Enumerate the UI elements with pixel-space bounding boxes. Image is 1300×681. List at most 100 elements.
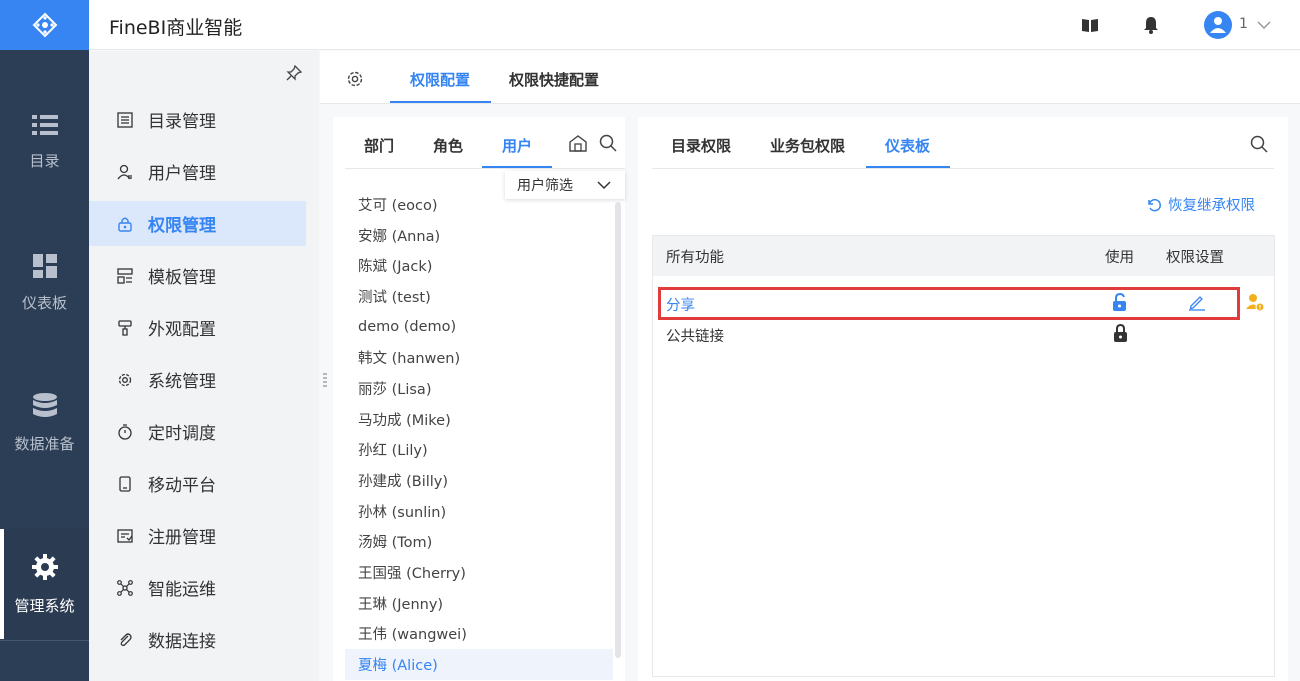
menu-item-label: 数据连接: [148, 632, 216, 652]
avatar[interactable]: [1204, 11, 1232, 39]
scrollbar[interactable]: [615, 202, 621, 658]
list-item[interactable]: 孙红 (Lily): [345, 435, 613, 466]
list-item[interactable]: 王国强 (Cherry): [345, 557, 613, 588]
list-item[interactable]: 丽莎 (Lisa): [345, 373, 613, 404]
tab-dashboard[interactable]: 仪表板: [885, 135, 930, 156]
database-icon: [32, 392, 57, 417]
menu-item-label: 移动平台: [148, 476, 216, 496]
book-icon[interactable]: [1081, 16, 1099, 34]
org-icon[interactable]: [568, 134, 588, 156]
chevron-down-icon: [597, 178, 611, 194]
menu-item-label: 外观配置: [148, 320, 216, 340]
menu-item-permissions[interactable]: 权限管理: [89, 201, 306, 246]
admin-menu: 目录管理 用户管理 权限管理 模板管理 外观配置 系统管理 定时调度 移动平台 …: [89, 51, 319, 681]
list-item[interactable]: 安娜 (Anna): [345, 220, 613, 251]
column-header-use: 使用: [1105, 250, 1134, 266]
list-item[interactable]: 孙林 (sunlin): [345, 496, 613, 527]
settings-icon[interactable]: [346, 70, 364, 92]
link-icon: [116, 631, 134, 649]
list-item[interactable]: 测试 (test): [345, 281, 613, 312]
list-item[interactable]: demo (demo): [345, 312, 613, 343]
rail-item-data-prep[interactable]: 数据准备: [0, 368, 89, 478]
app-logo-icon[interactable]: [0, 0, 89, 50]
tab-role[interactable]: 角色: [433, 135, 463, 156]
lock-icon[interactable]: [1113, 324, 1128, 343]
tab-user[interactable]: 用户: [502, 135, 532, 156]
splitter-handle[interactable]: [323, 373, 327, 389]
rail-item-label: 目录: [29, 151, 60, 170]
menu-item-label: 注册管理: [148, 528, 216, 548]
permission-panel: 目录权限 业务包权限 仪表板 恢复继承权限 所有功能 使用 权限设置: [638, 117, 1288, 681]
menu-item-mobile[interactable]: 移动平台: [89, 461, 306, 506]
member-panel: 部门 角色 用户 艾可 (eoco) 安娜 (Anna) 陈斌 (Jack) 测…: [333, 117, 625, 681]
tab-department[interactable]: 部门: [364, 135, 394, 156]
menu-item-label: 定时调度: [148, 424, 216, 444]
tab-catalog-permission[interactable]: 目录权限: [671, 135, 731, 156]
search-icon[interactable]: [1250, 135, 1268, 157]
column-header-setting: 权限设置: [1166, 250, 1224, 266]
menu-item-label: 权限管理: [148, 216, 216, 236]
rail-item-admin[interactable]: 管理系统: [0, 529, 89, 639]
top-tab-bar: 权限配置 权限快捷配置: [320, 51, 1300, 104]
menu-item-catalog[interactable]: 目录管理: [89, 97, 306, 142]
mobile-icon: [116, 475, 134, 493]
gear-icon: [116, 371, 134, 389]
app-header: FineBI商业智能 1: [89, 0, 1300, 50]
menu-item-data-connection[interactable]: 数据连接: [89, 617, 306, 662]
user-icon: [116, 163, 134, 181]
chevron-down-icon[interactable]: [1255, 16, 1273, 34]
list-item[interactable]: 王伟 (wangwei): [345, 619, 613, 650]
menu-item-label: 智能运维: [148, 580, 216, 600]
menu-item-label: 模板管理: [148, 268, 216, 288]
tab-permission-config[interactable]: 权限配置: [410, 69, 470, 90]
rail-divider: [0, 640, 89, 641]
table-header: 所有功能 使用 权限设置: [653, 236, 1274, 276]
menu-item-ops[interactable]: 智能运维: [89, 565, 306, 610]
network-icon: [116, 579, 134, 597]
lock-icon: [116, 215, 134, 233]
user-permission-icon[interactable]: [1245, 292, 1265, 312]
restore-icon: [1148, 198, 1161, 211]
search-icon[interactable]: [599, 134, 617, 156]
catalog-icon: [116, 111, 134, 129]
list-item[interactable]: 孙建成 (Billy): [345, 465, 613, 496]
list-item-selected[interactable]: 夏梅 (Alice): [345, 649, 613, 680]
divider: [345, 168, 625, 169]
active-tab-indicator: [390, 101, 491, 103]
bell-icon[interactable]: [1142, 16, 1160, 34]
rail-item-label: 仪表板: [21, 293, 67, 312]
highlight-box: [658, 287, 1240, 320]
filter-label: 用户筛选: [517, 178, 573, 194]
rail-item-label: 管理系统: [14, 596, 75, 615]
rail-item-dashboard[interactable]: 仪表板: [0, 228, 89, 338]
list-item[interactable]: 陈斌 (Jack): [345, 250, 613, 281]
menu-item-schedule[interactable]: 定时调度: [89, 409, 306, 454]
divider: [652, 168, 1274, 169]
rail-item-catalog[interactable]: 目录: [0, 87, 89, 197]
menu-item-system[interactable]: 系统管理: [89, 357, 306, 402]
template-icon: [116, 267, 134, 285]
menu-item-register[interactable]: 注册管理: [89, 513, 306, 558]
user-name[interactable]: 1: [1239, 16, 1248, 32]
dashboard-icon: [32, 253, 57, 278]
menu-item-label: 系统管理: [148, 372, 216, 392]
pin-icon[interactable]: [286, 64, 303, 85]
restore-label: 恢复继承权限: [1168, 198, 1255, 214]
register-icon: [116, 527, 134, 545]
menu-item-templates[interactable]: 模板管理: [89, 253, 306, 298]
list-item[interactable]: 王琳 (Jenny): [345, 588, 613, 619]
menu-item-appearance[interactable]: 外观配置: [89, 305, 306, 350]
gear-icon: [31, 553, 58, 580]
tab-permission-quick-config[interactable]: 权限快捷配置: [509, 69, 599, 90]
app-title: FineBI商业智能: [109, 17, 243, 39]
restore-inherit-button[interactable]: 恢复继承权限: [1146, 194, 1255, 215]
brush-icon: [116, 319, 134, 337]
list-item[interactable]: 韩文 (hanwen): [345, 342, 613, 373]
permission-row-public-link[interactable]: 公共链接: [666, 325, 724, 346]
user-filter-dropdown[interactable]: 用户筛选: [505, 171, 625, 199]
list-item[interactable]: 汤姆 (Tom): [345, 527, 613, 558]
user-list: 艾可 (eoco) 安娜 (Anna) 陈斌 (Jack) 测试 (test) …: [345, 189, 613, 680]
menu-item-users[interactable]: 用户管理: [89, 149, 306, 194]
list-item[interactable]: 马功成 (Mike): [345, 404, 613, 435]
tab-package-permission[interactable]: 业务包权限: [770, 135, 845, 156]
